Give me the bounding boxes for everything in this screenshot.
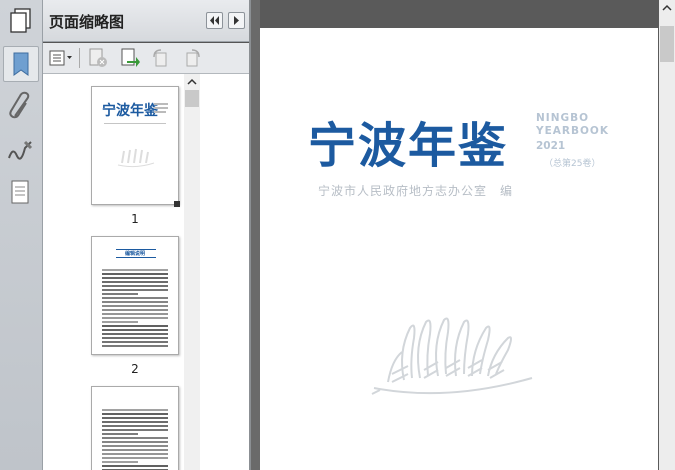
attachments-icon[interactable] [3,90,39,126]
thumbnail-text-line [102,341,168,343]
thumbnail-text-line [102,293,138,295]
thumbnail-page-1[interactable]: 宁波年鉴 [91,86,179,205]
extract-page-button[interactable] [119,47,141,69]
thumbnail-text-line [102,285,168,287]
thumbnail-text-line [102,281,168,283]
double-chevron-left-icon [210,16,219,25]
rotate-right-icon [186,49,200,67]
document-year: 2021 [536,140,566,152]
thumbnail-text-line [102,345,168,347]
thumbnail-text-line [102,429,168,431]
rotate-left-button[interactable] [150,47,172,69]
thumbnail-text-line [102,325,168,327]
document-view[interactable]: 宁波年鉴 NINGBO YEARBOOK 2021 （总第25卷） 宁波市人民政… [251,0,675,470]
thumbnail-page-2[interactable]: 编辑说明 [91,236,179,355]
thumbnail-text-line [102,305,168,307]
navigation-rail [0,0,43,470]
rotate-right-button[interactable] [181,47,203,69]
thumbnail-text-line [102,425,168,427]
thumbnail-text-line [102,433,138,435]
delete-page-icon [89,48,107,67]
thumbnail-text-line [102,317,168,319]
thumbnail-page-number: 1 [131,212,139,226]
thumbnail-text-line [102,437,168,439]
thumbnail-text-line [102,441,168,443]
thumbnail-emblem [117,148,155,168]
document-en-line1: NINGBO [536,112,590,124]
delete-page-button[interactable] [87,47,109,69]
thumbnail-text-line [102,301,168,303]
thumbnail-text-line [102,309,168,311]
expand-panel-button[interactable] [228,12,245,29]
thumbnail-text-line [102,333,168,335]
collapse-panel-button[interactable] [206,12,223,29]
chevron-right-icon [234,16,239,25]
extract-page-icon [121,48,140,67]
panel-header: 页面缩略图 [43,0,249,42]
thumbnail-text-line [102,445,168,447]
thumbnail-text-line [102,421,168,423]
thumbnail-text-line [102,297,168,299]
thumbnail-text-line [102,453,168,455]
document-publisher: 宁波市人民政府地方志办公室 编 [318,184,514,198]
bookmarks-icon[interactable] [3,46,39,82]
thumbnail-text-line [102,413,168,415]
thumbnail-text-line [102,269,168,271]
document-scrollbar[interactable] [659,0,675,470]
thumbnail-list[interactable]: 宁波年鉴 1 编辑说明 2 [43,74,249,470]
panel-title: 页面缩略图 [49,13,125,31]
document-en-line2: YEARBOOK [536,125,609,137]
thumbnail-resize-handle[interactable] [174,201,180,207]
thumbnail-text-line [102,457,168,459]
thumbnail-text-line [102,337,168,339]
thumbnail-page-3[interactable] [91,386,179,470]
thumbnail-text-line [102,461,138,463]
options-icon [49,50,72,66]
scroll-up-icon[interactable] [659,1,675,15]
scrollbar-thumb[interactable] [185,90,199,107]
thumbnail-toolbar [43,43,249,74]
thumbnail-text-line [102,417,168,419]
options-menu-button[interactable] [47,47,75,69]
thumbnail-text-line [102,289,168,291]
thumbnail-text-line [102,329,168,331]
pages-panel-icon[interactable] [6,6,36,36]
thumbnail-text-line [102,277,168,279]
thumbnail-page-heading: 编辑说明 [124,251,145,257]
scrollbar-thumb[interactable] [660,26,674,62]
thumbnail-page-number: 2 [131,362,139,376]
thumbnail-cover-title: 宁波年鉴 [102,103,158,119]
thumbnail-scrollbar[interactable] [184,74,200,470]
signatures-icon[interactable] [3,134,39,170]
scroll-up-icon[interactable] [184,75,200,89]
document-page: 宁波年鉴 NINGBO YEARBOOK 2021 （总第25卷） 宁波市人民政… [260,28,658,470]
thumbnail-text-line [102,465,168,467]
thumbnail-text-line [102,449,168,451]
thumbnail-text-line [102,409,168,411]
emblem-illustration [371,317,533,395]
document-english-title: NINGBO YEARBOOK [536,112,609,138]
thumbnail-text-line [102,321,138,323]
document-title: 宁波年鉴 [308,118,509,174]
thumbnail-text-line [102,273,168,275]
rotate-left-icon [153,49,167,67]
page-icon[interactable] [3,176,39,212]
document-volume: （总第25卷） [544,159,601,169]
thumbnail-text-line [102,313,168,315]
